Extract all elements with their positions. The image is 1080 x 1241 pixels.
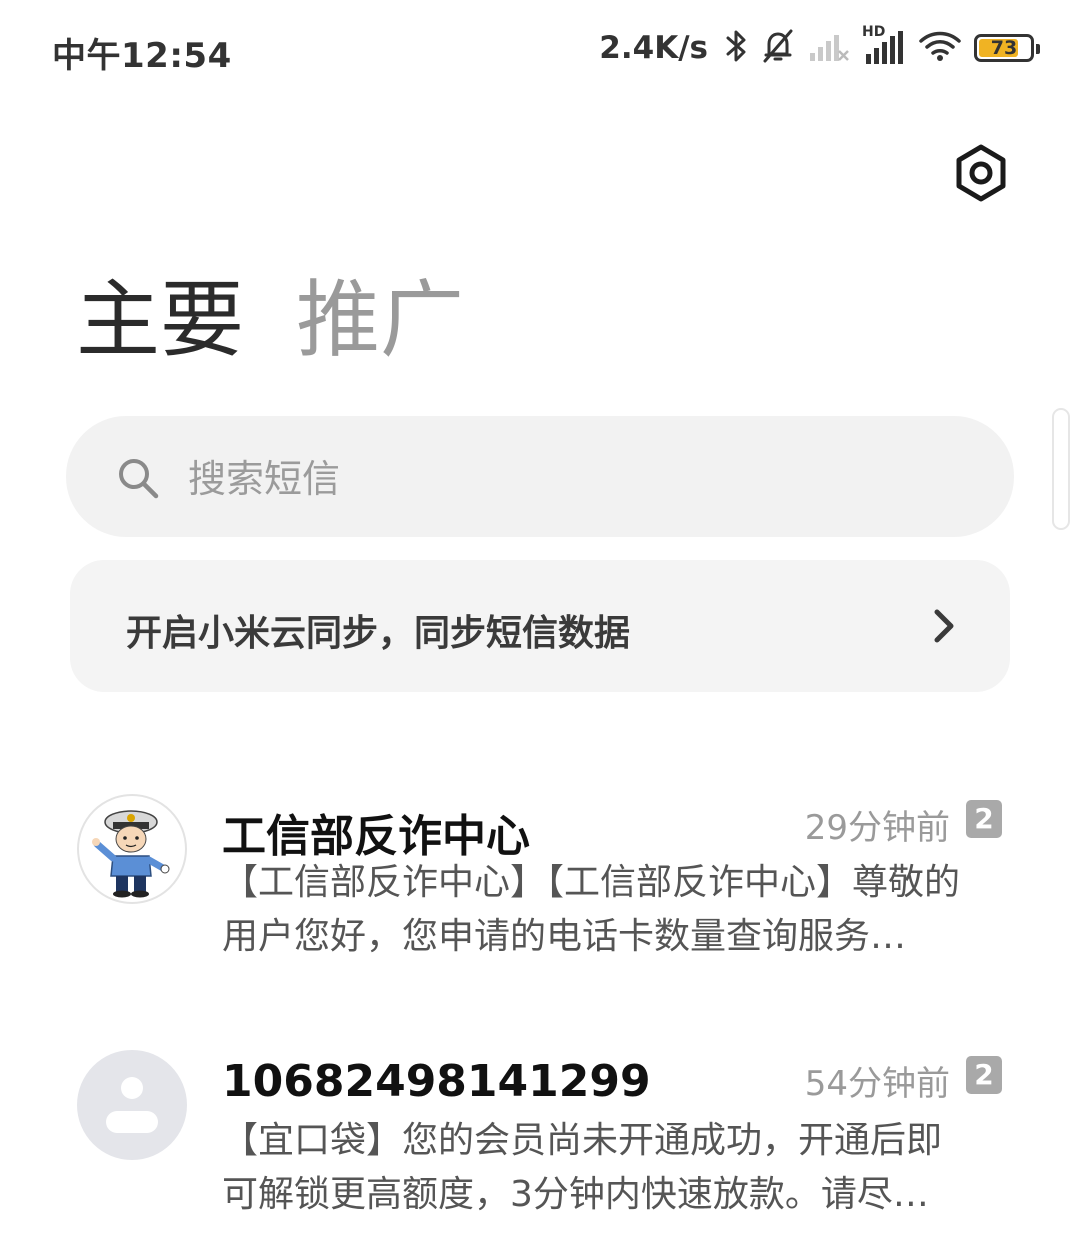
conversation-item[interactable]: 工信部反诈中心 29分钟前 2 【工信部反诈中心】【工信部反诈中心】尊敬的 用户… — [0, 792, 1080, 982]
search-input[interactable] — [186, 446, 950, 512]
sim-badge: 2 — [966, 800, 1002, 838]
status-time: 中午12:54 — [52, 36, 232, 76]
sender-name: 10682498141299 — [222, 1056, 651, 1107]
bell-muted-icon — [760, 28, 796, 68]
scrollbar-thumb[interactable] — [1052, 408, 1070, 530]
avatar[interactable] — [77, 794, 187, 904]
message-time: 29分钟前 — [804, 808, 950, 848]
battery-level: 73 — [990, 37, 1018, 59]
sim-badge: 2 — [966, 1056, 1002, 1094]
tab-main[interactable]: 主要 — [76, 270, 244, 370]
tab-bar: 主要 推广 — [76, 270, 464, 370]
status-icons: 2.4K/s HD 73 — [599, 24, 1040, 70]
wifi-icon — [918, 29, 962, 67]
conversation-item[interactable]: 10682498141299 54分钟前 2 【宜口袋】您的会员尚未开通成功，开… — [0, 1048, 1080, 1238]
message-preview-line: 可解锁更高额度，3分钟内快速放款。请尽… — [222, 1174, 929, 1215]
settings-button[interactable] — [950, 142, 1012, 204]
bluetooth-icon — [724, 28, 748, 68]
search-icon — [116, 456, 160, 500]
message-preview-line: 【工信部反诈中心】【工信部反诈中心】尊敬的 — [222, 862, 961, 903]
message-preview-line: 【宜口袋】您的会员尚未开通成功，开通后即 — [222, 1120, 943, 1161]
sync-banner-text: 开启小米云同步，同步短信数据 — [126, 613, 631, 654]
net-speed: 2.4K/s — [599, 30, 708, 66]
sender-name: 工信部反诈中心 — [222, 811, 530, 862]
message-preview-line: 用户您好，您申请的电话卡数量查询服务… — [222, 916, 907, 957]
message-time: 54分钟前 — [804, 1064, 950, 1104]
hexagon-settings-icon — [956, 144, 1006, 202]
tab-promotions[interactable]: 推广 — [296, 270, 464, 370]
user-placeholder-icon — [106, 1077, 158, 1133]
police-officer-icon — [92, 810, 170, 898]
chevron-right-icon — [928, 604, 958, 648]
battery-indicator: 73 — [974, 34, 1040, 62]
signal-hd-icon: HD — [862, 24, 906, 66]
signal-empty-icon — [808, 29, 850, 67]
battery-cap — [1036, 44, 1040, 54]
status-bar: 中午12:54 2.4K/s HD 73 — [0, 0, 1080, 96]
cloud-sync-banner[interactable]: 开启小米云同步，同步短信数据 — [70, 560, 1010, 692]
avatar[interactable] — [77, 1050, 187, 1160]
